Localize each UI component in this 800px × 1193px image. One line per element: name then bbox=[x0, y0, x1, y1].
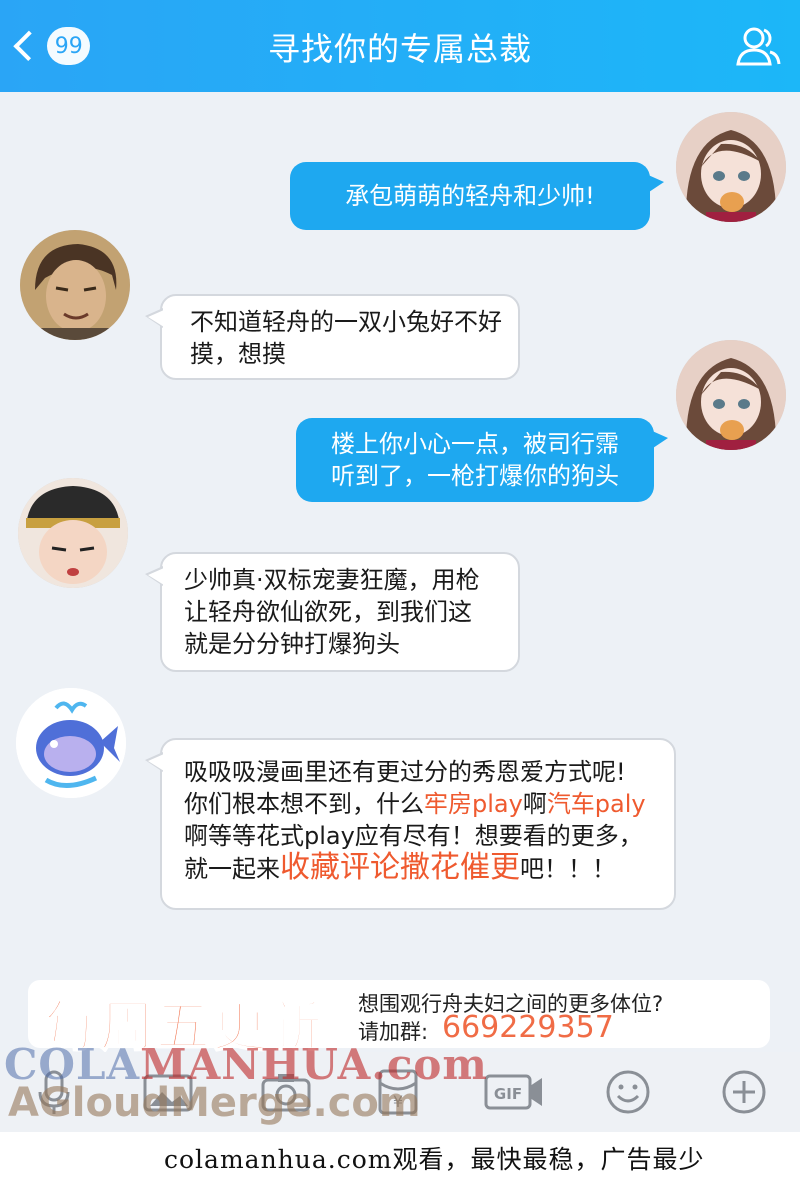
message-text-line: 啊等等花式play应有尽有！想要看的更多， bbox=[184, 822, 643, 850]
message-text-segment: 你们根本想不到，什么 bbox=[184, 790, 424, 818]
message-bubble-incoming[interactable]: 不知道轻舟的一双小兔好不好摸，想摸 bbox=[145, 294, 520, 380]
footer-text: colamanhua.com观看，最快最稳，广告最少 bbox=[164, 1145, 705, 1174]
users-icon bbox=[736, 27, 781, 66]
svg-text:GIF: GIF bbox=[494, 1085, 522, 1103]
gif-button[interactable]: GIF bbox=[484, 1064, 544, 1120]
avatar-girl[interactable] bbox=[676, 340, 786, 450]
chat-header: 99 寻找你的专属总裁 bbox=[0, 0, 800, 92]
chat-title: 寻找你的专属总裁 bbox=[267, 30, 532, 68]
message-bubble-incoming[interactable]: 吸吸吸漫画里还有更过分的秀恩爱方式呢! 你们根本想不到，什么牢房play啊汽车p… bbox=[145, 738, 676, 910]
message-text: 不知道轻舟的一双小兔好不好摸，想摸 bbox=[190, 308, 502, 368]
message-bubble-outgoing[interactable]: 楼上你小心一点，被司行霈 听到了，一枪打爆你的狗头 bbox=[296, 418, 668, 502]
message-text-line: 就是分分钟打爆狗头 bbox=[184, 630, 400, 658]
gif-icon: GIF bbox=[484, 1074, 542, 1110]
avatar-man-brown[interactable] bbox=[20, 230, 130, 340]
highlight-text-large: 收藏评论撒花催更 bbox=[280, 850, 520, 885]
message-text-line: 就一起来收藏评论撒花催更吧！！！ bbox=[184, 852, 664, 885]
chat-message-list[interactable]: 承包萌萌的轻舟和少帅! 不知道轻舟的一双小兔好不好摸，想摸 楼上你小心一点，被司… bbox=[0, 92, 800, 972]
message-bubble-outgoing[interactable]: 承包萌萌的轻舟和少帅! bbox=[290, 162, 664, 230]
whale-icon bbox=[16, 688, 126, 798]
message-text-line: 让轻舟欲仙欲死，到我们这 bbox=[184, 598, 472, 626]
footer-bar: colamanhua.com观看，最快最稳，广告最少 bbox=[0, 1132, 800, 1193]
message-text-segment: 吧！！！ bbox=[520, 855, 616, 883]
girl-avatar-image bbox=[676, 340, 786, 450]
message-text-segment: 啊 bbox=[522, 790, 547, 818]
smiley-icon bbox=[606, 1070, 650, 1114]
plus-circle-icon bbox=[722, 1070, 766, 1114]
emoji-button[interactable] bbox=[598, 1064, 658, 1120]
avatar-whale-mascot[interactable] bbox=[16, 688, 126, 798]
group-members-button[interactable] bbox=[734, 24, 782, 68]
man-avatar-image bbox=[20, 230, 130, 340]
message-text-line: 楼上你小心一点，被司行霈 bbox=[331, 430, 619, 458]
message-bubble-incoming[interactable]: 少帅真·双标宠妻狂魔，用枪 让轻舟欲仙欲死，到我们这 就是分分钟打爆狗头 bbox=[145, 552, 520, 672]
watermark-cloudmerge: AGloudMerge.com bbox=[8, 1080, 421, 1126]
highlight-text: 牢房play bbox=[424, 790, 523, 818]
message-text-segment: 就一起来 bbox=[184, 855, 280, 883]
avatar-girl[interactable] bbox=[676, 112, 786, 222]
message-text-line: 少帅真·双标宠妻狂魔，用枪 bbox=[184, 566, 480, 594]
avatar-man-cap[interactable] bbox=[18, 478, 128, 588]
update-banner: 每周五更新 想围观行舟夫妇之间的更多体位? 请加群: 669229357 bbox=[28, 980, 770, 1059]
message-text: 承包萌萌的轻舟和少帅! bbox=[345, 182, 595, 210]
message-text-line: 听到了，一枪打爆你的狗头 bbox=[331, 462, 619, 490]
more-button[interactable] bbox=[714, 1064, 774, 1120]
highlight-text: 汽车paly bbox=[546, 790, 646, 818]
message-text-line: 吸吸吸漫画里还有更过分的秀恩爱方式呢! bbox=[184, 758, 626, 786]
man-cap-avatar-image bbox=[18, 478, 128, 588]
message-text-line: 你们根本想不到，什么牢房play啊汽车paly bbox=[184, 788, 664, 820]
girl-avatar-image bbox=[676, 112, 786, 222]
